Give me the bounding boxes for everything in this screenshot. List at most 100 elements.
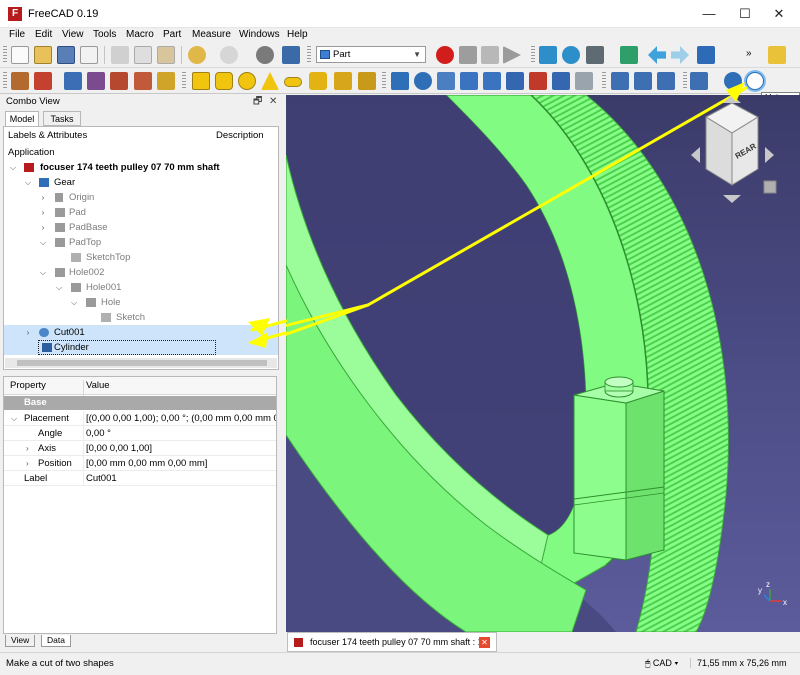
workbench-selector[interactable]: Part ▼ xyxy=(316,46,426,63)
part-design-icon[interactable] xyxy=(768,46,786,64)
shaft-boss[interactable] xyxy=(573,376,665,561)
draw-style-icon[interactable] xyxy=(586,46,604,64)
record-macro-icon[interactable] xyxy=(436,46,454,64)
property-row-angle[interactable]: Angle 0,00 ° xyxy=(4,426,276,441)
tree-item-origin[interactable]: › Origin xyxy=(4,190,278,205)
union-icon[interactable] xyxy=(724,72,742,90)
primitives-icon[interactable] xyxy=(334,72,352,90)
toolbar-grip[interactable] xyxy=(3,72,7,90)
menu-windows[interactable]: Windows xyxy=(239,28,280,42)
forward-arrow-icon[interactable] xyxy=(671,46,689,64)
tree-item-hole002[interactable]: ⌵ Hole002 xyxy=(4,265,278,280)
run-macro-icon[interactable] xyxy=(503,46,521,64)
toolbar-grip[interactable] xyxy=(3,46,7,64)
scrollbar-thumb[interactable] xyxy=(17,360,267,366)
new-document-icon[interactable] xyxy=(11,46,29,64)
chevron-right-icon[interactable]: › xyxy=(23,325,33,340)
box-icon[interactable] xyxy=(192,72,210,90)
close-panel-icon[interactable]: ✕ xyxy=(269,95,277,109)
fillet-icon[interactable] xyxy=(460,72,478,90)
part-tool-icon[interactable] xyxy=(11,72,29,90)
bounding-box-icon[interactable] xyxy=(620,46,638,64)
part-tool-icon[interactable] xyxy=(34,72,52,90)
minimize-button[interactable]: — xyxy=(698,4,720,24)
macros-icon[interactable] xyxy=(481,46,499,64)
tree-item-pad[interactable]: › Pad xyxy=(4,205,278,220)
chevron-down-icon[interactable]: ⌵ xyxy=(54,280,64,295)
chevron-down-icon[interactable]: ⌵ xyxy=(23,175,33,190)
chevron-down-icon[interactable]: ⌵ xyxy=(8,160,18,175)
mirror-icon[interactable] xyxy=(437,72,455,90)
chevron-right-icon[interactable]: › xyxy=(26,441,29,455)
part-tool-icon[interactable] xyxy=(64,72,82,90)
cross-sections-icon[interactable] xyxy=(634,72,652,90)
tab-view[interactable]: View xyxy=(5,635,36,647)
part-tool-icon[interactable] xyxy=(87,72,105,90)
tree-item-hole001[interactable]: ⌵ Hole001 xyxy=(4,280,278,295)
3d-viewport[interactable]: REAR x y z xyxy=(286,95,800,632)
undo-icon[interactable] xyxy=(188,46,206,64)
toolbar-grip[interactable] xyxy=(307,46,311,64)
chamfer-icon[interactable] xyxy=(483,72,501,90)
menu-file[interactable]: File xyxy=(9,28,25,42)
sphere-icon[interactable] xyxy=(238,72,256,90)
sweep-icon[interactable] xyxy=(575,72,593,90)
tube-icon[interactable] xyxy=(309,72,327,90)
open-folder-icon[interactable] xyxy=(34,46,52,64)
refresh-icon[interactable] xyxy=(256,46,274,64)
toolbar-grip[interactable] xyxy=(182,72,186,90)
chevron-down-icon[interactable]: ⌵ xyxy=(11,411,17,425)
tree-item-sketch[interactable]: Sketch xyxy=(4,310,278,325)
print-icon[interactable] xyxy=(80,46,98,64)
copy-icon[interactable] xyxy=(134,46,152,64)
chevron-down-icon[interactable]: ⌵ xyxy=(69,295,79,310)
tree-horizontal-scrollbar[interactable] xyxy=(5,358,277,368)
value-column-header[interactable]: Value xyxy=(86,380,110,391)
tree-item-cut001[interactable]: › Cut001 xyxy=(4,325,278,340)
property-row-axis[interactable]: › Axis [0,00 0,00 1,00] xyxy=(4,441,276,456)
close-button[interactable]: ✕ xyxy=(768,4,790,24)
tree-item-document[interactable]: ⌵ focuser 174 teeth pulley 07 70 mm shaf… xyxy=(4,160,278,175)
menu-edit[interactable]: Edit xyxy=(35,28,52,42)
tree-header-description[interactable]: Description xyxy=(216,129,264,143)
toolbar-grip[interactable] xyxy=(683,72,687,90)
tree-header-labels[interactable]: Labels & Attributes xyxy=(8,129,87,143)
paste-icon[interactable] xyxy=(157,46,175,64)
make-face-icon[interactable] xyxy=(506,72,524,90)
maximize-button[interactable]: ☐ xyxy=(734,4,756,24)
tree-item-hole[interactable]: ⌵ Hole xyxy=(4,295,278,310)
tree-item-sketchtop[interactable]: SketchTop xyxy=(4,250,278,265)
toolbar-overflow[interactable]: » xyxy=(746,48,752,59)
cylinder-icon[interactable] xyxy=(215,72,233,90)
loft-icon[interactable] xyxy=(552,72,570,90)
back-arrow-icon[interactable] xyxy=(648,46,666,64)
menu-tools[interactable]: Tools xyxy=(93,28,116,42)
menu-macro[interactable]: Macro xyxy=(126,28,154,42)
fit-all-icon[interactable] xyxy=(539,46,557,64)
chevron-right-icon[interactable]: › xyxy=(38,190,48,205)
torus-icon[interactable] xyxy=(284,77,302,87)
section-icon[interactable] xyxy=(611,72,629,90)
property-column-header[interactable]: Property xyxy=(10,380,46,391)
toolbar-grip[interactable] xyxy=(531,46,535,64)
toolbar-grip[interactable] xyxy=(602,72,606,90)
revolve-icon[interactable] xyxy=(414,72,432,90)
part-tool-icon[interactable] xyxy=(134,72,152,90)
undock-icon[interactable]: 🗗 xyxy=(253,95,262,109)
whats-this-icon[interactable] xyxy=(282,46,300,64)
offset-icon[interactable] xyxy=(657,72,675,90)
document-tab[interactable]: focuser 174 teeth pulley 07 70 mm shaft … xyxy=(287,632,497,652)
property-group-base[interactable]: Base xyxy=(4,396,276,410)
tree-item-padtop[interactable]: ⌵ PadTop xyxy=(4,235,278,250)
chevron-down-icon[interactable]: ⌵ xyxy=(38,235,48,250)
menu-measure[interactable]: Measure xyxy=(192,28,231,42)
tree-item-padbase[interactable]: › PadBase xyxy=(4,220,278,235)
part-tool-icon[interactable] xyxy=(110,72,128,90)
cut-icon[interactable] xyxy=(111,46,129,64)
navigation-style-selector[interactable]: 🖱 CAD ▾ xyxy=(645,658,678,669)
chevron-down-icon[interactable]: ⌵ xyxy=(38,265,48,280)
cone-icon[interactable] xyxy=(261,72,279,90)
tab-model[interactable]: Model xyxy=(5,111,39,126)
toolbar-grip[interactable] xyxy=(382,72,386,90)
ruled-surface-icon[interactable] xyxy=(529,72,547,90)
